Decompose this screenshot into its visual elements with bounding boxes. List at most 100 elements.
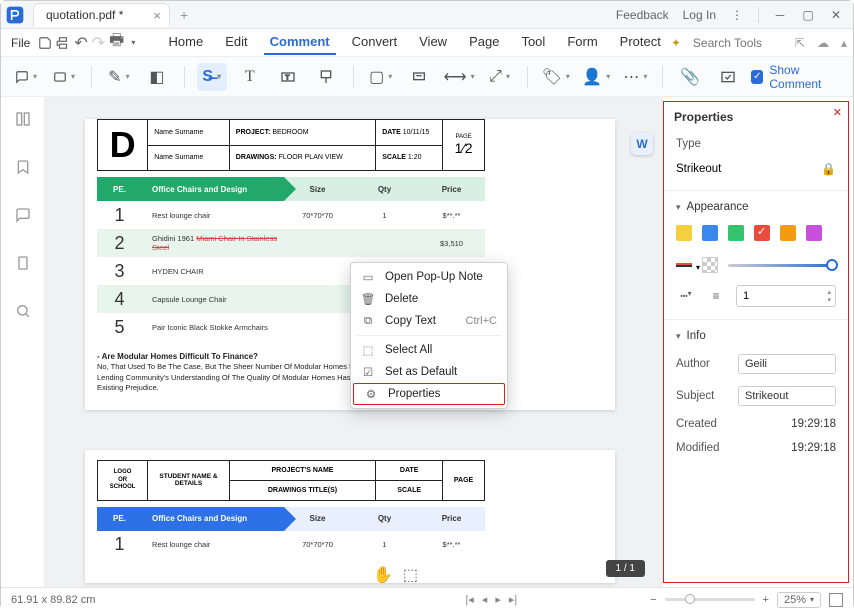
gear-icon: ⚙ [364, 387, 378, 401]
text-tool[interactable]: T [235, 63, 265, 91]
cloud-icon[interactable]: ☁ [817, 36, 829, 50]
share-icon[interactable]: ⇱ [795, 36, 805, 50]
maximize-button[interactable]: ▢ [801, 8, 815, 22]
ctx-set-default[interactable]: ☑Set as Default [351, 361, 507, 383]
nav-last-icon[interactable]: ▸| [509, 593, 517, 606]
line-style-picker[interactable]: ┅ ▾ [676, 289, 696, 303]
color-swatches [664, 219, 848, 251]
signature-tool[interactable]: 👤▾ [580, 63, 612, 91]
tab-tool[interactable]: Tool [515, 30, 551, 55]
tab-close-icon[interactable]: × [153, 8, 161, 23]
search-panel-icon[interactable] [13, 301, 33, 321]
tab-view[interactable]: View [413, 30, 453, 55]
table-row: 2 Ghidini 1961 Miami Chair In Stainless … [97, 229, 485, 257]
login-link[interactable]: Log In [683, 8, 716, 22]
zoom-out-icon[interactable]: − [650, 594, 656, 606]
print2-icon[interactable]: 🖶 [109, 33, 124, 53]
distance-tool[interactable]: ⤢▾ [485, 63, 515, 91]
bookmarks-icon[interactable] [13, 157, 33, 177]
zoom-in-icon[interactable]: + [763, 594, 769, 606]
nav-prev-icon[interactable]: ◂ [482, 593, 488, 606]
callout-tool[interactable] [311, 63, 341, 91]
ai-icon[interactable]: ✦ [671, 36, 681, 50]
pencil-tool[interactable]: ✎▾ [104, 63, 134, 91]
ctx-select-all[interactable]: ⬚Select All [351, 339, 507, 361]
more-tool[interactable]: ⋯▾ [620, 63, 650, 91]
print-dropdown-icon[interactable]: ▾ [128, 33, 138, 53]
word-export-badge[interactable]: W [631, 133, 653, 155]
ctx-copy-text[interactable]: ⧉Copy TextCtrl+C [351, 310, 507, 332]
tab-comment[interactable]: Comment [264, 30, 336, 55]
color-swatch-yellow[interactable] [676, 225, 692, 241]
zoom-level-dropdown[interactable]: 25%▾ [777, 592, 821, 608]
fit-page-icon[interactable] [829, 593, 843, 607]
app-logo [1, 1, 29, 29]
blue-header-band: PE. Office Chairs and Design Size Qty Pr… [97, 507, 485, 531]
opacity-slider[interactable] [728, 264, 836, 267]
attachment-tool[interactable]: 📎 [675, 63, 705, 91]
show-comment-toggle[interactable]: ✓ Show Comment [751, 63, 843, 91]
strikeout-tool[interactable]: S̶▾ [197, 63, 227, 91]
ctx-properties[interactable]: ⚙Properties [353, 383, 505, 405]
new-tab-button[interactable]: + [180, 7, 188, 23]
tab-protect[interactable]: Protect [614, 30, 667, 55]
approve-tool[interactable] [713, 63, 743, 91]
tab-page[interactable]: Page [463, 30, 505, 55]
attachments-panel-icon[interactable] [13, 253, 33, 273]
note-tool[interactable]: ▾ [11, 63, 41, 91]
subject-input[interactable]: Strikeout [738, 386, 836, 406]
document-tab[interactable]: quotation.pdf * × [33, 3, 170, 27]
select-tool-icon[interactable]: ⬚ [403, 565, 418, 585]
ctx-open-popup-note[interactable]: ▭Open Pop-Up Note [351, 266, 507, 288]
color-swatch-magenta[interactable] [806, 225, 822, 241]
close-button[interactable]: ✕ [829, 8, 843, 22]
shape-tool[interactable]: ▢▾ [366, 63, 396, 91]
page-2: LOGOORSCHOOL STUDENT NAME & DETAILS PROJ… [85, 450, 615, 583]
check-icon: ☑ [361, 365, 375, 379]
stamp-tool[interactable] [404, 63, 434, 91]
collapse-ribbon-icon[interactable]: ▴ [841, 36, 847, 50]
tab-convert[interactable]: Convert [346, 30, 404, 55]
properties-panel: ✕ Properties Type Strikeout 🔒 Appearance… [663, 101, 849, 583]
print-icon[interactable] [56, 33, 70, 53]
ctx-delete[interactable]: 🗑Delete [351, 288, 507, 310]
color-swatch-red[interactable] [754, 225, 770, 241]
zoom-slider[interactable] [665, 598, 755, 601]
highlight-area-tool[interactable]: ▾ [49, 63, 79, 91]
eraser-tool[interactable]: ◧ [142, 63, 172, 91]
save-icon[interactable] [38, 33, 52, 53]
line-weight-icon[interactable]: ≡ [706, 289, 726, 303]
note-icon: ▭ [361, 270, 375, 284]
appearance-section-header[interactable]: Appearance [664, 191, 848, 219]
fill-color-picker[interactable]: ▾ [676, 263, 692, 267]
tab-form[interactable]: Form [561, 30, 603, 55]
measure-tool[interactable]: ⟷▾ [442, 63, 477, 91]
nav-first-icon[interactable]: |◂ [465, 593, 473, 606]
file-menu[interactable]: File [7, 34, 34, 52]
tab-home[interactable]: Home [163, 30, 210, 55]
menubar: File ↶ ↷ 🖶 ▾ Home Edit Comment Convert V… [1, 29, 853, 57]
feedback-link[interactable]: Feedback [616, 8, 669, 22]
color-swatch-orange[interactable] [780, 225, 796, 241]
stamp2-tool[interactable]: 🏷▾ [539, 63, 572, 91]
opacity-icon [702, 257, 718, 273]
tab-edit[interactable]: Edit [219, 30, 253, 55]
comments-panel-icon[interactable] [13, 205, 33, 225]
document-canvas[interactable]: W D Name Surname PROJECT: BEDROOM DATE 1… [45, 97, 663, 587]
search-tools-input[interactable] [693, 36, 783, 50]
nav-next-icon[interactable]: ▸ [495, 593, 501, 606]
author-input[interactable]: Geili [738, 354, 836, 374]
minimize-button[interactable]: ─ [773, 8, 787, 22]
undo-icon[interactable]: ↶ [74, 33, 87, 53]
more-icon[interactable]: ⋮ [730, 8, 744, 22]
color-swatch-green[interactable] [728, 225, 744, 241]
info-section-header[interactable]: Info [664, 320, 848, 348]
lock-icon[interactable]: 🔒 [821, 162, 836, 176]
thumbnails-icon[interactable] [13, 109, 33, 129]
panel-close-icon[interactable]: ✕ [833, 106, 842, 119]
line-weight-input[interactable]: 1 [736, 285, 836, 307]
color-swatch-blue[interactable] [702, 225, 718, 241]
textbox-tool[interactable]: T [273, 63, 303, 91]
hand-tool-icon[interactable]: ✋ [373, 565, 393, 585]
redo-icon[interactable]: ↷ [92, 33, 105, 53]
